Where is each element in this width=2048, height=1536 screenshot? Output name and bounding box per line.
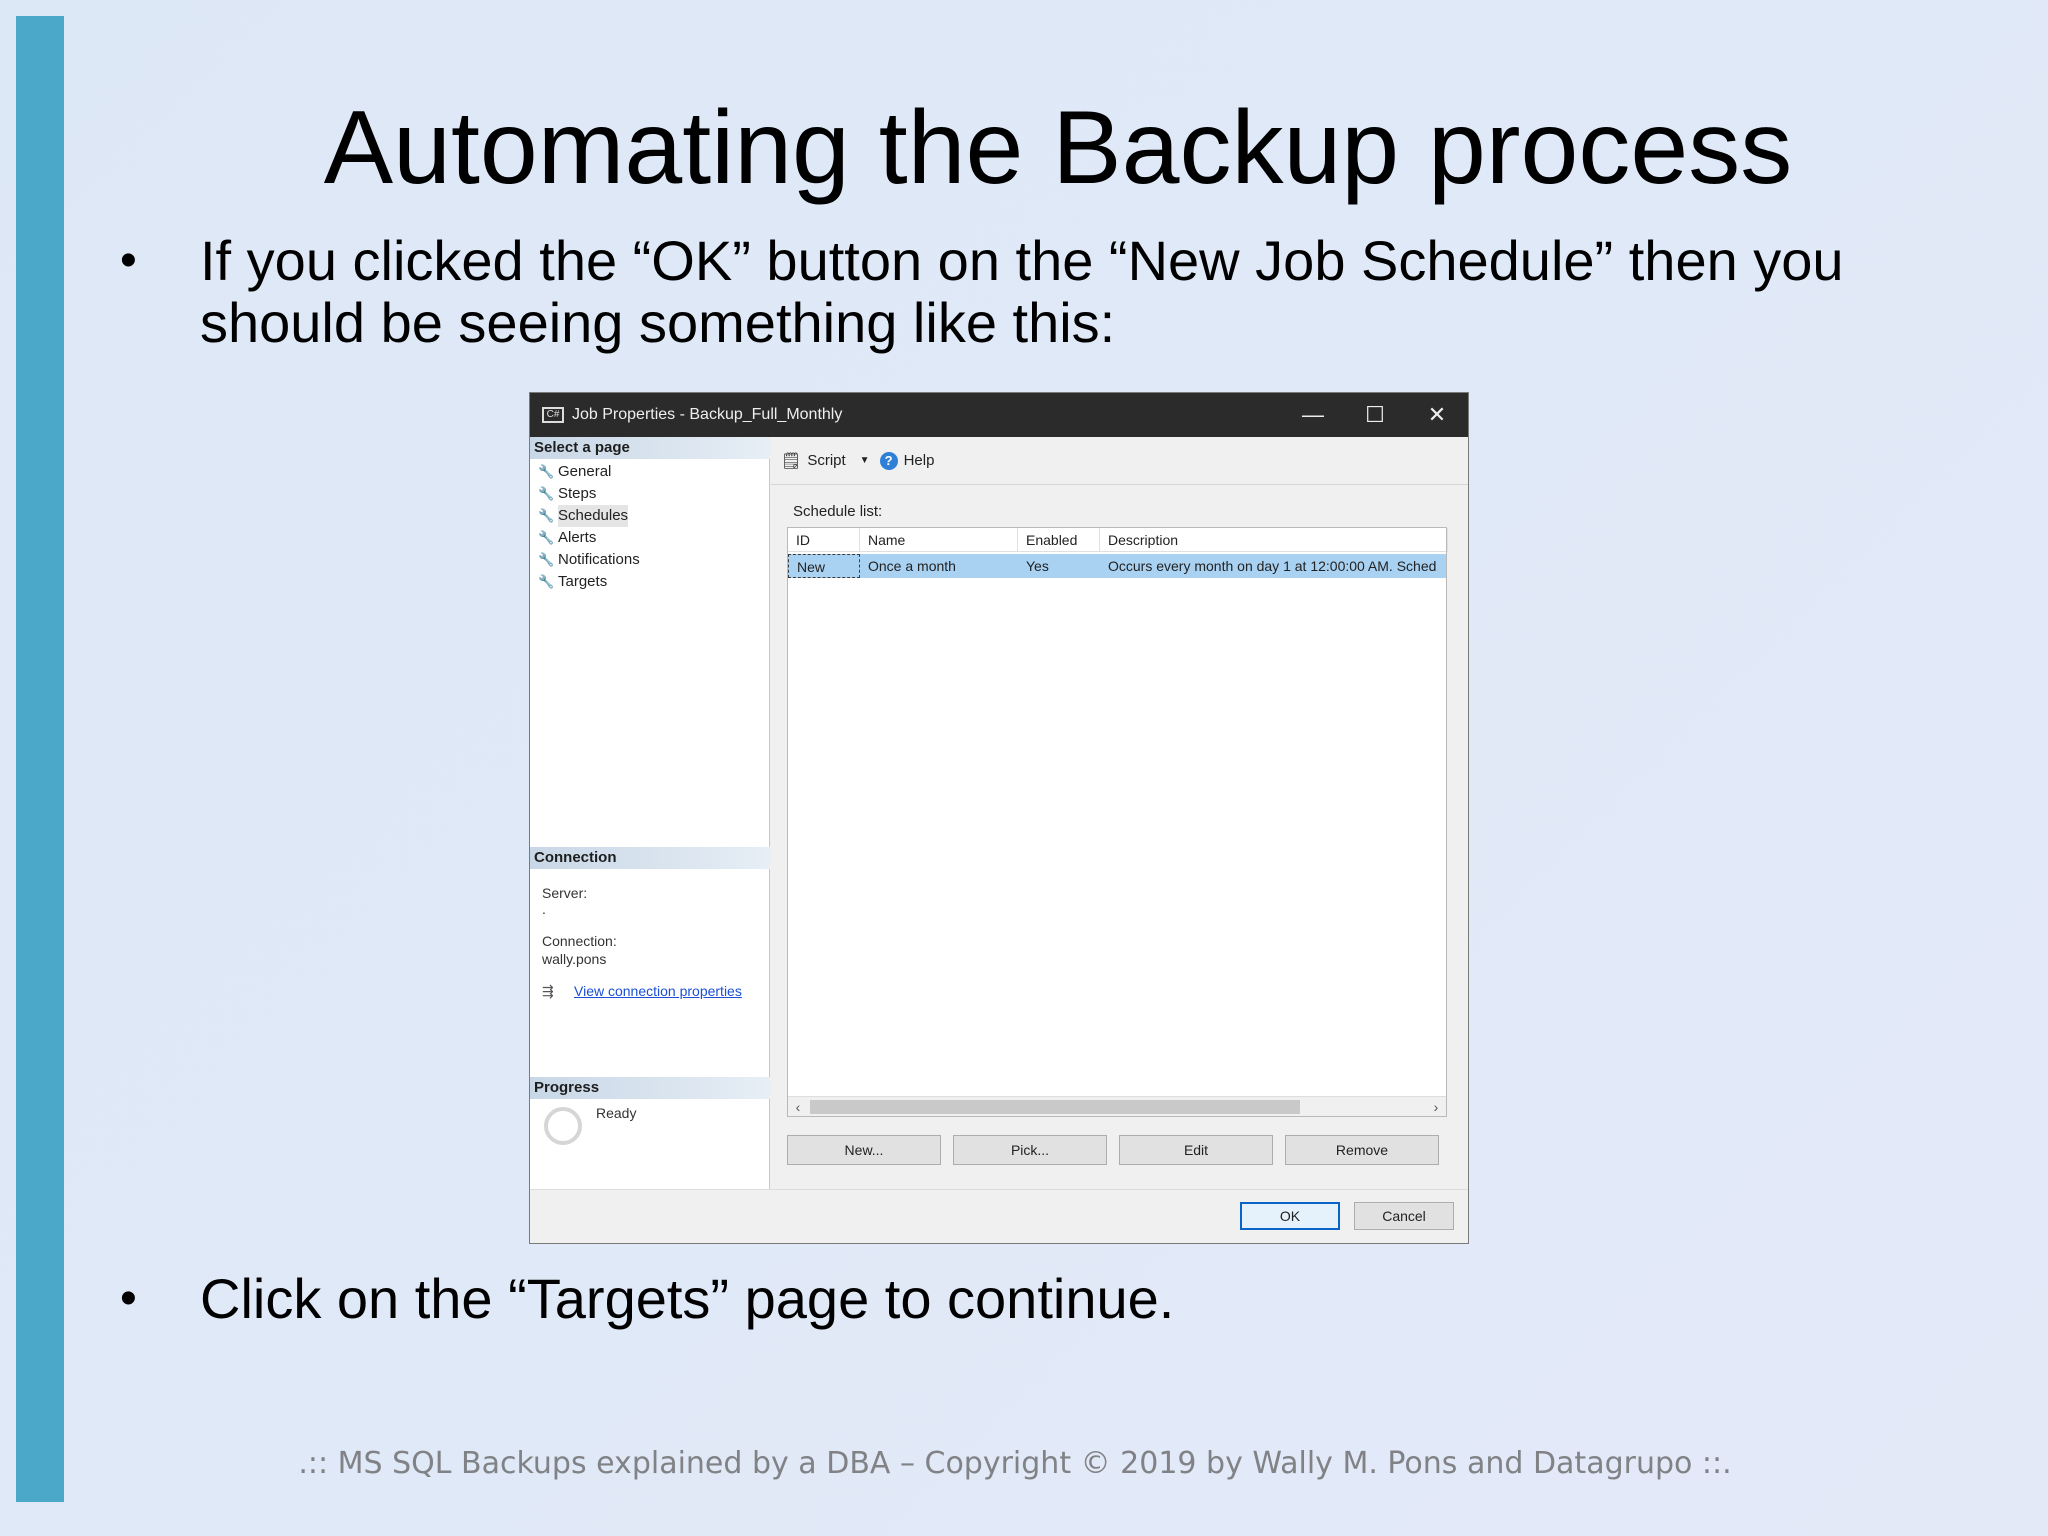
chevron-down-icon[interactable]: ▼ (860, 455, 870, 466)
dialog-title: Job Properties - Backup_Full_Monthly (572, 406, 843, 423)
bullet-dot: • (120, 1272, 137, 1325)
minimize-icon[interactable]: — (1282, 393, 1344, 437)
bullet-1-text: If you clicked the “OK” button on the “N… (200, 230, 1844, 354)
pick-button[interactable]: Pick... (953, 1135, 1107, 1165)
column-header-id[interactable]: ID (788, 528, 860, 552)
slide-accent-bar (16, 16, 64, 1502)
cell-enabled: Yes (1026, 558, 1049, 574)
wrench-icon: 🔧 (538, 574, 555, 589)
script-button[interactable]: 🗒 Script (781, 451, 846, 471)
schedule-list-label: Schedule list: (793, 503, 883, 520)
bullet-dot: • (120, 234, 137, 287)
page-item-alerts[interactable]: 🔧 Alerts (538, 527, 640, 549)
connection-properties-icon: ⇶ (542, 983, 554, 999)
page-item-targets[interactable]: 🔧 Targets (538, 571, 640, 593)
horizontal-scrollbar[interactable]: ‹ › (788, 1096, 1446, 1116)
cell-id: New (788, 554, 860, 578)
connection-value: wally.pons (542, 951, 607, 967)
page-item-notifications[interactable]: 🔧 Notifications (538, 549, 640, 571)
connection-header: Connection (530, 847, 770, 869)
wrench-icon: 🔧 (538, 552, 555, 567)
help-label: Help (903, 452, 935, 469)
script-icon: 🗒 (781, 452, 802, 470)
page-item-schedules[interactable]: 🔧 Schedules (538, 505, 640, 527)
bullet-1-line-1: If you clicked the “OK” button on the “N… (200, 229, 1844, 292)
schedule-list-grid[interactable]: ID Name Enabled Description New Once a m… (787, 527, 1448, 1117)
wrench-icon: 🔧 (538, 486, 555, 501)
column-header-name[interactable]: Name (860, 528, 1018, 552)
select-page-header: Select a page (530, 437, 770, 459)
close-icon[interactable]: ✕ (1406, 393, 1468, 437)
wrench-icon: 🔧 (538, 464, 555, 479)
page-list: 🔧 General 🔧 Steps 🔧 Schedules 🔧 Alerts 🔧 Noti… (538, 461, 640, 593)
scrollbar-thumb[interactable] (810, 1100, 1300, 1114)
view-connection-properties-link[interactable]: View connection properties (574, 983, 742, 999)
new-button[interactable]: New... (787, 1135, 941, 1165)
page-item-label: Schedules (558, 505, 629, 527)
maximize-icon[interactable]: ☐ (1344, 393, 1406, 437)
dialog-footer: OK Cancel (530, 1189, 1468, 1243)
page-item-steps[interactable]: 🔧 Steps (538, 483, 640, 505)
page-item-label: General (558, 463, 612, 480)
page-item-general[interactable]: 🔧 General (538, 461, 640, 483)
bullet-1-line-2: should be seeing something like this: (200, 291, 1116, 354)
slide-footer: .:: MS SQL Backups explained by a DBA – … (298, 1446, 1732, 1481)
grid-header: ID Name Enabled Description (788, 528, 1448, 552)
server-value: . (542, 901, 546, 917)
dialog-titlebar: C# Job Properties - Backup_Full_Monthly … (530, 393, 1468, 437)
page-item-label: Targets (558, 573, 608, 590)
scroll-left-icon[interactable]: ‹ (788, 1097, 808, 1117)
edit-button[interactable]: Edit (1119, 1135, 1273, 1165)
connection-label: Connection: (542, 933, 617, 949)
help-button[interactable]: ? Help (879, 451, 935, 470)
page-item-label: Notifications (558, 551, 640, 568)
schedules-page: 🗒 Script ▼ ? Help Schedule list: ID Name… (771, 437, 1468, 1189)
script-label: Script (807, 452, 846, 469)
table-row[interactable]: New Once a month Yes Occurs every month … (788, 554, 1446, 578)
column-header-description[interactable]: Description (1100, 528, 1448, 552)
page-item-label: Steps (558, 485, 597, 502)
remove-button[interactable]: Remove (1285, 1135, 1439, 1165)
bullet-2-text: Click on the “Targets” page to continue. (200, 1267, 1175, 1330)
dialog-toolbar: 🗒 Script ▼ ? Help (771, 437, 1468, 485)
schedule-buttons: New... Pick... Edit Remove (787, 1135, 1447, 1165)
scroll-right-icon[interactable]: › (1426, 1097, 1446, 1117)
server-label: Server: (542, 885, 588, 901)
wrench-icon: 🔧 (538, 508, 555, 523)
wrench-icon: 🔧 (538, 530, 555, 545)
progress-header: Progress (530, 1077, 770, 1099)
ssms-app-icon: C# (542, 407, 564, 423)
cell-name: Once a month (868, 558, 956, 574)
page-selector-pane: Select a page 🔧 General 🔧 Steps 🔧 Schedules… (530, 437, 770, 1243)
ok-button[interactable]: OK (1240, 1202, 1340, 1230)
job-properties-dialog: C# Job Properties - Backup_Full_Monthly … (529, 392, 1469, 1244)
progress-spinner-icon (544, 1107, 582, 1145)
slide-title: Automating the Backup process (323, 90, 1793, 206)
cell-description: Occurs every month on day 1 at 12:00:00 … (1108, 558, 1437, 574)
help-icon: ? (879, 451, 898, 470)
progress-status: Ready (596, 1105, 637, 1121)
page-item-label: Alerts (558, 529, 597, 546)
column-header-enabled[interactable]: Enabled (1018, 528, 1100, 552)
cancel-button[interactable]: Cancel (1354, 1202, 1454, 1230)
